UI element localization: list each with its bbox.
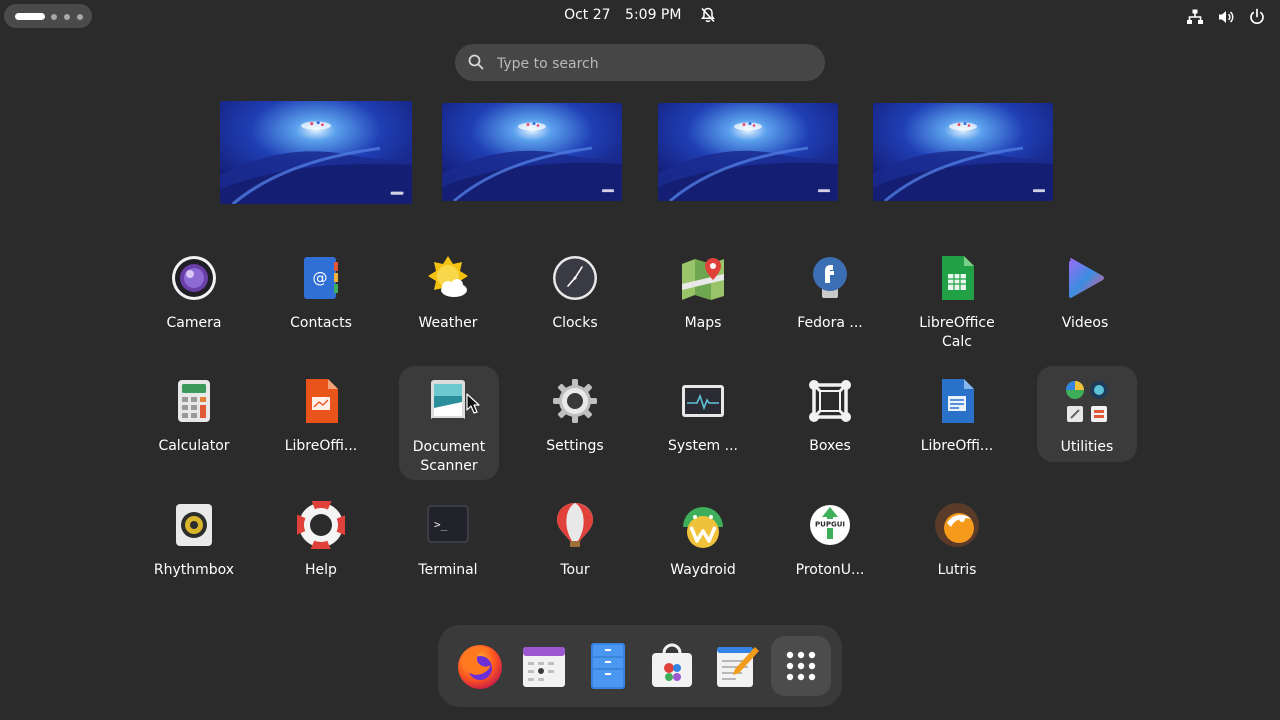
app-lutris[interactable]: Lutris	[907, 501, 1007, 580]
hot-air-balloon-icon	[557, 503, 593, 547]
terminal-icon: >_	[427, 505, 469, 543]
protonup-icon: PUPGUI	[810, 505, 850, 545]
app-label: ProtonU...	[795, 562, 865, 578]
workspace-thumbnail-3[interactable]	[658, 103, 838, 201]
spreadsheet-icon	[942, 256, 974, 300]
mouse-cursor-icon	[466, 393, 480, 414]
files-icon[interactable]	[583, 641, 633, 691]
app-rhythmbox[interactable]: Rhythmbox	[144, 501, 244, 580]
app-label: System ...	[667, 438, 738, 454]
app-waydroid[interactable]: Waydroid	[653, 501, 753, 580]
document-icon	[942, 379, 974, 423]
app-tour[interactable]: Tour	[525, 501, 625, 580]
clock-button[interactable]: Oct 27 5:09 PM	[0, 7, 1280, 23]
speaker-icon	[176, 504, 212, 546]
app-label: Rhythmbox	[153, 562, 235, 578]
svg-text:@: @	[313, 269, 328, 287]
top-bar: Oct 27 5:09 PM	[0, 0, 1280, 32]
play-icon	[1069, 258, 1104, 298]
app-label: Lutris	[937, 562, 977, 578]
network-icon	[1186, 9, 1203, 24]
workspace-thumbnail-2[interactable]	[442, 103, 622, 201]
volume-icon	[1218, 10, 1234, 23]
app-label: LibreOffi...	[284, 438, 358, 454]
notifications-off-icon	[701, 7, 715, 23]
workspace-thumbnail-1[interactable]	[220, 101, 412, 204]
app-videos[interactable]: Videos	[1035, 254, 1135, 333]
app-label: Tour	[560, 562, 590, 578]
app-document-scanner[interactable]: Document Scanner	[399, 366, 499, 480]
app-label: Weather	[418, 315, 478, 331]
waydroid-icon	[683, 507, 723, 548]
app-terminal[interactable]: >_ Terminal	[398, 501, 498, 580]
search-icon	[468, 54, 484, 70]
text-editor-icon[interactable]	[711, 641, 761, 691]
app-clocks[interactable]: Clocks	[525, 254, 625, 333]
app-libreoffice-calc[interactable]: LibreOffice Calc	[907, 254, 1007, 352]
app-label: Help	[305, 562, 337, 578]
gear-icon	[553, 379, 597, 423]
terminal-prompt: >_	[434, 518, 448, 531]
app-label: Waydroid	[670, 562, 736, 578]
power-icon	[1250, 8, 1264, 24]
show-apps-button[interactable]	[771, 636, 831, 696]
app-maps[interactable]: Maps	[653, 254, 753, 333]
app-system-monitor[interactable]: System ...	[653, 377, 753, 456]
camera-icon	[172, 256, 216, 300]
presentation-icon	[306, 379, 338, 423]
contacts-icon: @	[304, 257, 338, 299]
app-label: Videos	[1061, 315, 1109, 331]
folder-utilities[interactable]: Utilities	[1037, 366, 1137, 462]
app-calculator[interactable]: Calculator	[144, 377, 244, 456]
workspace-thumbnail-4[interactable]	[873, 103, 1053, 201]
protonup-badge-text: PUPGUI	[815, 521, 845, 529]
weather-icon	[428, 256, 468, 297]
app-settings[interactable]: Settings	[525, 377, 625, 456]
calendar-icon[interactable]	[519, 641, 569, 691]
app-help[interactable]: Help	[271, 501, 371, 580]
app-label: Document Scanner	[412, 439, 486, 474]
clock-icon	[553, 256, 597, 300]
search-input[interactable]	[495, 44, 799, 83]
search-box[interactable]	[455, 44, 825, 83]
app-label: Utilities	[1060, 439, 1114, 455]
app-contacts[interactable]: @ Contacts	[271, 254, 371, 333]
app-label: Settings	[546, 438, 604, 454]
app-camera[interactable]: Camera	[144, 254, 244, 333]
system-menu-button[interactable]	[1178, 6, 1266, 26]
app-label: LibreOffice Calc	[919, 315, 995, 350]
firefox-icon[interactable]	[455, 641, 505, 691]
app-label: Clocks	[552, 315, 598, 331]
lifebuoy-icon	[297, 501, 345, 549]
app-fedora-media-writer[interactable]: Fedora ...	[780, 254, 880, 333]
app-boxes[interactable]: Boxes	[780, 377, 880, 456]
boxes-icon	[809, 380, 851, 422]
app-libreoffice-impress[interactable]: LibreOffi...	[271, 377, 371, 456]
app-grid-icon	[786, 651, 816, 681]
lutris-icon	[935, 503, 979, 547]
app-label: Maps	[684, 315, 722, 331]
software-icon[interactable]	[647, 641, 697, 691]
app-label: Calculator	[158, 438, 230, 454]
maps-icon	[682, 258, 724, 300]
time-label: 5:09 PM	[625, 7, 682, 23]
app-label: LibreOffi...	[920, 438, 994, 454]
dash	[438, 625, 842, 707]
date-label: Oct 27	[564, 7, 611, 23]
utilities-folder-icon	[1066, 381, 1108, 422]
app-label: Boxes	[809, 438, 851, 454]
app-protonup-qt[interactable]: PUPGUI ProtonU...	[780, 501, 880, 580]
app-label: Contacts	[290, 315, 352, 331]
app-label: Fedora ...	[797, 315, 863, 331]
app-label: Camera	[166, 315, 222, 331]
app-libreoffice-writer[interactable]: LibreOffi...	[907, 377, 1007, 456]
fedora-icon	[813, 257, 847, 298]
calculator-icon	[178, 380, 210, 422]
system-monitor-icon	[682, 385, 724, 417]
app-label: Terminal	[418, 562, 478, 578]
app-weather[interactable]: Weather	[398, 254, 498, 333]
